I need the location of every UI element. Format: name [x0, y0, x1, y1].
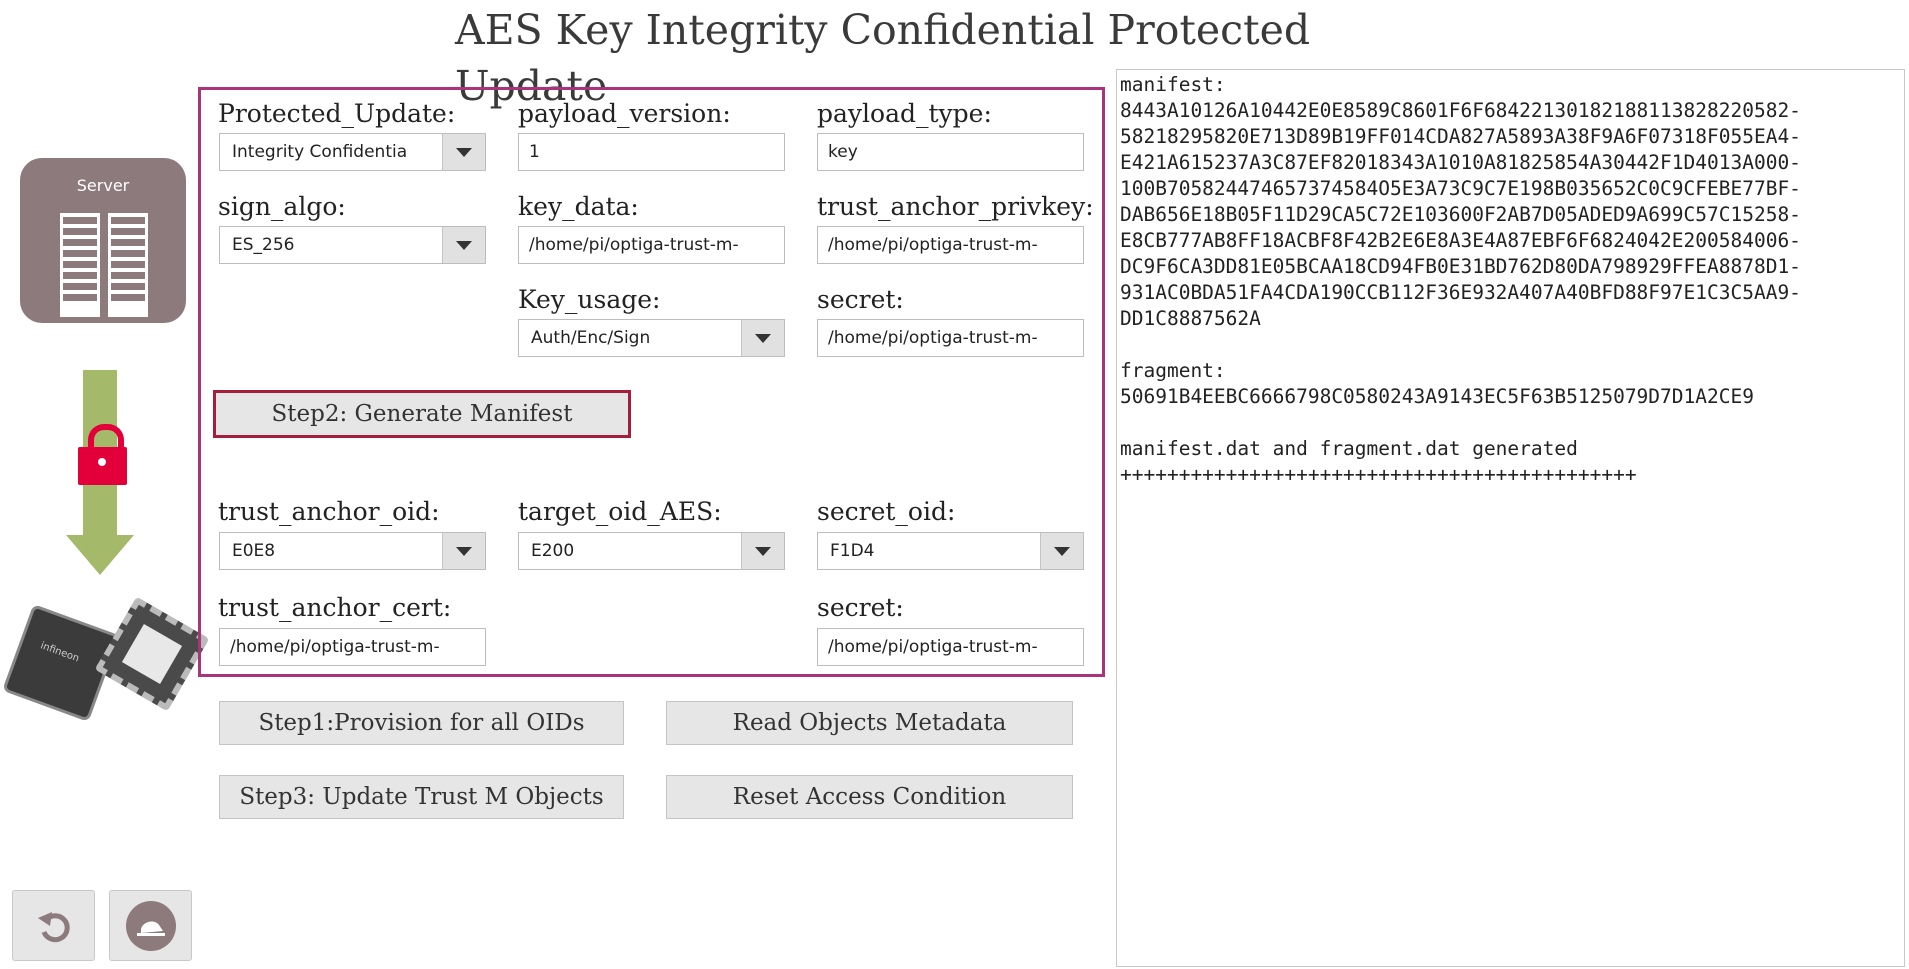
- target-oid-aes-select[interactable]: E200: [518, 532, 785, 570]
- trust-anchor-privkey-input[interactable]: /home/pi/optiga-trust-m-: [817, 226, 1084, 264]
- chevron-down-icon[interactable]: [741, 533, 784, 569]
- output-line: manifest.dat and fragment.dat generated: [1120, 437, 1578, 460]
- target-oid-aes-value: E200: [531, 541, 575, 561]
- payload-version-input[interactable]: 1: [518, 133, 785, 171]
- output-line: DD1C8887562A: [1120, 307, 1261, 330]
- secret-oid-select[interactable]: F1D4: [817, 532, 1084, 570]
- output-line: fragment:: [1120, 359, 1226, 382]
- provision-button[interactable]: Step1:Provision for all OIDs: [219, 701, 624, 745]
- exit-button[interactable]: [109, 890, 192, 961]
- output-log[interactable]: manifest: 8443A10126A10442E0E8589C8601F6F…: [1116, 69, 1905, 967]
- protected-update-value: Integrity Confidentia: [232, 142, 408, 162]
- protected-update-panel: [198, 87, 1105, 677]
- output-line: manifest:: [1120, 73, 1226, 96]
- server-icon: Server: [20, 158, 186, 323]
- lock-keyhole: [98, 458, 106, 466]
- output-line: DAB656E18B05F11D29CA5C72E103600F2AB7D05A…: [1120, 203, 1801, 226]
- output-line: 931AC0BDA51FA4CDA190CCB112F36E932A407A40…: [1120, 281, 1801, 304]
- key-usage-select[interactable]: Auth/Enc/Sign: [518, 319, 785, 357]
- chevron-down-icon[interactable]: [1040, 533, 1083, 569]
- output-line: ++++++++++++++++++++++++++++++++++++++++…: [1120, 463, 1637, 486]
- trust-anchor-privkey-label: trust_anchor_privkey:: [817, 192, 1094, 221]
- output-line: 50691B4EEBC6666798C0580243A9143EC5F63B51…: [1120, 385, 1754, 408]
- lock-icon: [78, 447, 127, 485]
- server-rack-left: [60, 213, 100, 317]
- sign-algo-label: sign_algo:: [218, 192, 346, 221]
- secret-label-2: secret:: [817, 593, 904, 622]
- protected-update-select[interactable]: Integrity Confidentia: [219, 133, 486, 171]
- secret-label: secret:: [817, 285, 904, 314]
- output-line: E8CB777AB8FF18ACBF8F42B2E6E8A3E4A87EBF6F…: [1120, 229, 1801, 252]
- payload-type-label: payload_type:: [817, 99, 992, 128]
- secret-oid-label: secret_oid:: [817, 497, 956, 526]
- sign-algo-select[interactable]: ES_256: [219, 226, 486, 264]
- key-usage-label: Key_usage:: [518, 285, 661, 314]
- chevron-down-icon[interactable]: [442, 134, 485, 170]
- output-line: 100B705824474657374584O5E3A73C9C7E198B03…: [1120, 177, 1801, 200]
- secret-input[interactable]: /home/pi/optiga-trust-m-: [817, 319, 1084, 357]
- output-line: 8443A10126A10442E0E8589C8601F6F684221301…: [1120, 99, 1801, 122]
- target-oid-aes-label: target_oid_AES:: [518, 497, 722, 526]
- secret-oid-value: F1D4: [830, 541, 875, 561]
- output-line: DC9F6CA3DD81E05BCAA18CD94FB0E31BD762D80D…: [1120, 255, 1801, 278]
- secret-input-2[interactable]: /home/pi/optiga-trust-m-: [817, 628, 1084, 666]
- chevron-down-icon[interactable]: [442, 227, 485, 263]
- trust-anchor-oid-label: trust_anchor_oid:: [218, 497, 440, 526]
- chevron-down-icon[interactable]: [741, 320, 784, 356]
- update-objects-button[interactable]: Step3: Update Trust M Objects: [219, 775, 624, 819]
- key-data-input[interactable]: /home/pi/optiga-trust-m-: [518, 226, 785, 264]
- key-data-label: key_data:: [518, 192, 639, 221]
- payload-type-input[interactable]: key: [817, 133, 1084, 171]
- trust-anchor-cert-label: trust_anchor_cert:: [218, 593, 452, 622]
- key-usage-value: Auth/Enc/Sign: [531, 328, 651, 348]
- read-metadata-button[interactable]: Read Objects Metadata: [666, 701, 1073, 745]
- generate-manifest-button[interactable]: Step2: Generate Manifest: [213, 390, 631, 438]
- server-rack-right: [108, 213, 148, 317]
- trust-anchor-cert-input[interactable]: /home/pi/optiga-trust-m-: [219, 628, 486, 666]
- payload-version-label: payload_version:: [518, 99, 731, 128]
- down-arrow-head: [66, 535, 134, 575]
- trust-anchor-oid-value: E0E8: [232, 541, 276, 561]
- window-title-bar: AES Key Integrity Confidential Protected…: [0, 0, 1909, 110]
- back-icon: [37, 911, 70, 942]
- exit-icon: [125, 900, 176, 951]
- reset-access-button[interactable]: Reset Access Condition: [666, 775, 1073, 819]
- chevron-down-icon[interactable]: [442, 533, 485, 569]
- back-button[interactable]: [12, 890, 95, 961]
- output-line: E421A615237A3C87EF82018343A1010A81825854…: [1120, 151, 1801, 174]
- chip-label: infineon: [38, 640, 81, 665]
- sign-algo-value: ES_256: [232, 235, 295, 255]
- protected-update-label: Protected_Update:: [218, 99, 456, 128]
- server-label: Server: [76, 176, 130, 195]
- chip-package-icon: [94, 596, 210, 712]
- trust-anchor-oid-select[interactable]: E0E8: [219, 532, 486, 570]
- output-line: 58218295820E713D89B19FF014CDA827A5893A38…: [1120, 125, 1801, 148]
